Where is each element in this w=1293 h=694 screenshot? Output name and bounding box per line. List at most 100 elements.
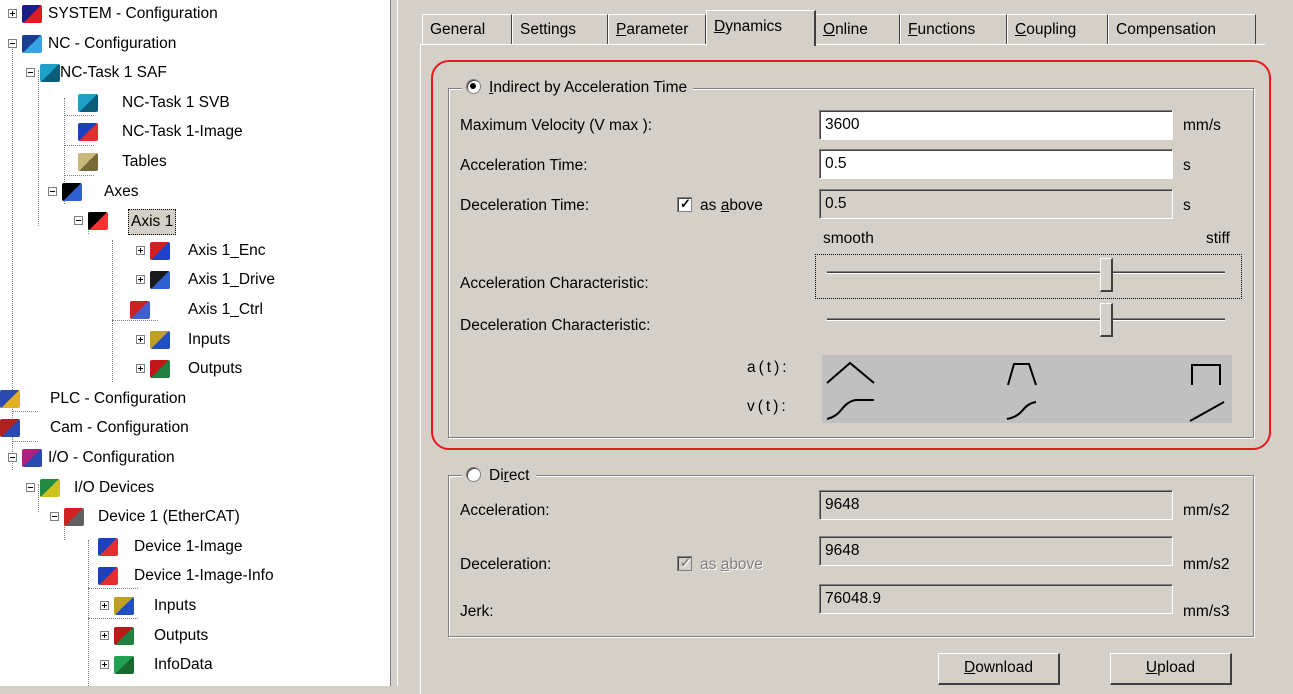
tab-settings[interactable]: Settings [512,14,608,44]
cam-config-icon [0,419,20,438]
indirect-radio-button[interactable] [466,79,481,94]
tree-item-label: Axis 1_Drive [188,271,275,289]
expand-icon[interactable] [136,275,145,285]
collapse-icon[interactable] [26,68,35,78]
tree-item[interactable]: Axis 1_Enc [0,237,390,265]
expand-icon[interactable] [136,364,145,374]
splitter[interactable] [390,0,403,686]
tree-item-label: Outputs [154,626,209,644]
nc-config-icon [22,34,42,53]
tree-item-label: Device 1 (EtherCAT) [98,508,240,526]
configuration-tree[interactable]: SYSTEM - Configuration NC - Configuration… [0,0,390,686]
expand-icon[interactable] [100,601,109,610]
acc-char-slider[interactable] [1099,258,1113,292]
dec-char-track [827,318,1225,321]
tree-item-label: Inputs [188,330,231,348]
direct-legend-post: ect [508,467,530,484]
upload-label: pload [1157,659,1196,676]
tree-item-label: Device 1-Image-Info [134,567,274,585]
max-velocity-input[interactable]: 3600 [819,110,1173,140]
tree-item[interactable]: Device 1-Image [0,533,390,561]
io-config-icon [22,449,42,467]
tree-item[interactable]: Inputs [0,326,390,354]
expand-icon[interactable] [136,334,145,344]
io-devices-icon [40,478,60,497]
tree-item[interactable]: Inputs [0,592,390,620]
tree-item[interactable]: Axis 1_Drive [0,266,390,294]
collapse-icon[interactable] [50,512,59,522]
tree-item[interactable]: Outputs [0,355,390,383]
collapse-icon[interactable] [8,453,17,462]
inputs-icon [114,597,134,615]
dec-char-slider[interactable] [1099,303,1113,337]
acceleration-input: 9648 [819,490,1173,520]
download-label: ownload [975,659,1033,676]
tree-item[interactable]: Axis 1_Ctrl [0,296,390,324]
tree-item[interactable]: NC-Task 1-Image [0,118,390,146]
drive-icon [150,271,170,290]
tree-item[interactable]: NC - Configuration [0,30,390,58]
direct-radio-button[interactable] [466,467,481,482]
tab-label-post: oupling [1026,21,1077,38]
tree-item[interactable]: Axis 1 [0,207,390,236]
collapse-icon[interactable] [8,38,17,48]
inputs-icon [150,330,170,349]
tree-item-label: Cam - Configuration [50,419,189,437]
tree-item[interactable]: Cam - Configuration [0,414,390,442]
collapse-icon[interactable] [26,482,35,492]
tab-dynamics[interactable]: Dynamics [706,10,816,46]
scale-stiff-label: stiff [1206,230,1230,247]
outputs-icon [114,626,134,645]
acc-char-focus [815,254,1242,299]
expand-icon[interactable] [8,9,17,18]
acc-time-unit: s [1183,157,1191,174]
tree-item[interactable]: NC-Task 1 SAF [0,59,390,87]
profile-curves-icon [826,361,1225,422]
jerk-input: 76048.9 [819,584,1173,614]
tab-label-post: unctions [917,21,976,38]
tree-item[interactable]: I/O - Configuration [0,444,390,472]
direct-radio[interactable]: Direct [462,465,536,487]
expand-icon[interactable] [136,245,145,255]
tab-label-pre: Settings [520,21,577,38]
tree-item-label: Axis 1_Ctrl [188,301,263,318]
tree-item[interactable]: NC-Task 1 SVB [0,89,390,117]
tree-item[interactable]: I/O Devices [0,474,390,502]
tree-item[interactable]: InfoData [0,651,390,679]
tab-general[interactable]: General [422,14,512,44]
ethercat-icon [64,508,84,527]
tree-item-label: NC - Configuration [48,34,177,52]
tree-item[interactable]: Device 1-Image-Info [0,562,390,590]
collapse-icon[interactable] [48,186,57,196]
tab-coupling[interactable]: Coupling [1007,14,1108,44]
checkbox-icon[interactable]: ✓ [677,196,692,212]
tree-item[interactable]: Outputs [0,622,390,650]
expand-icon[interactable] [100,630,109,640]
tab-functions[interactable]: Functions [900,14,1007,44]
tree-item-label: Tables [122,153,167,170]
expand-icon[interactable] [100,660,109,670]
tree-item[interactable]: Tables [0,148,390,176]
tree-item-label: NC-Task 1-Image [122,123,243,141]
tab-online[interactable]: Online [815,14,900,44]
collapse-icon[interactable] [74,216,83,226]
upload-accel: U [1145,659,1158,676]
tree-item[interactable]: SYSTEM - Configuration [0,0,390,28]
tree-item[interactable]: Device 1 (EtherCAT) [0,503,390,531]
acceleration-label: Acceleration: [460,502,550,519]
tree-item[interactable]: Axes [0,178,390,206]
acc-time-input[interactable]: 0.5 [819,149,1173,179]
tab-parameter[interactable]: Parameter [608,14,706,44]
dec-as-above-checkbox[interactable]: ✓ as above [677,196,763,216]
download-button[interactable]: Download [938,653,1060,685]
tree-item-label: InfoData [154,656,213,674]
tab-label-accel: C [1015,21,1027,38]
dec-time-label: Deceleration Time: [460,197,590,214]
dec-time-input: 0.5 [819,189,1173,219]
upload-button[interactable]: Upload [1110,653,1232,685]
tab-compensation[interactable]: Compensation [1108,14,1256,44]
direct-as-above-checkbox: ✓ as above [677,555,763,575]
indirect-radio[interactable]: Indirect by Acceleration Time [462,77,694,99]
scale-smooth-label: smooth [823,230,874,247]
tree-item[interactable]: PLC - Configuration [0,385,390,413]
